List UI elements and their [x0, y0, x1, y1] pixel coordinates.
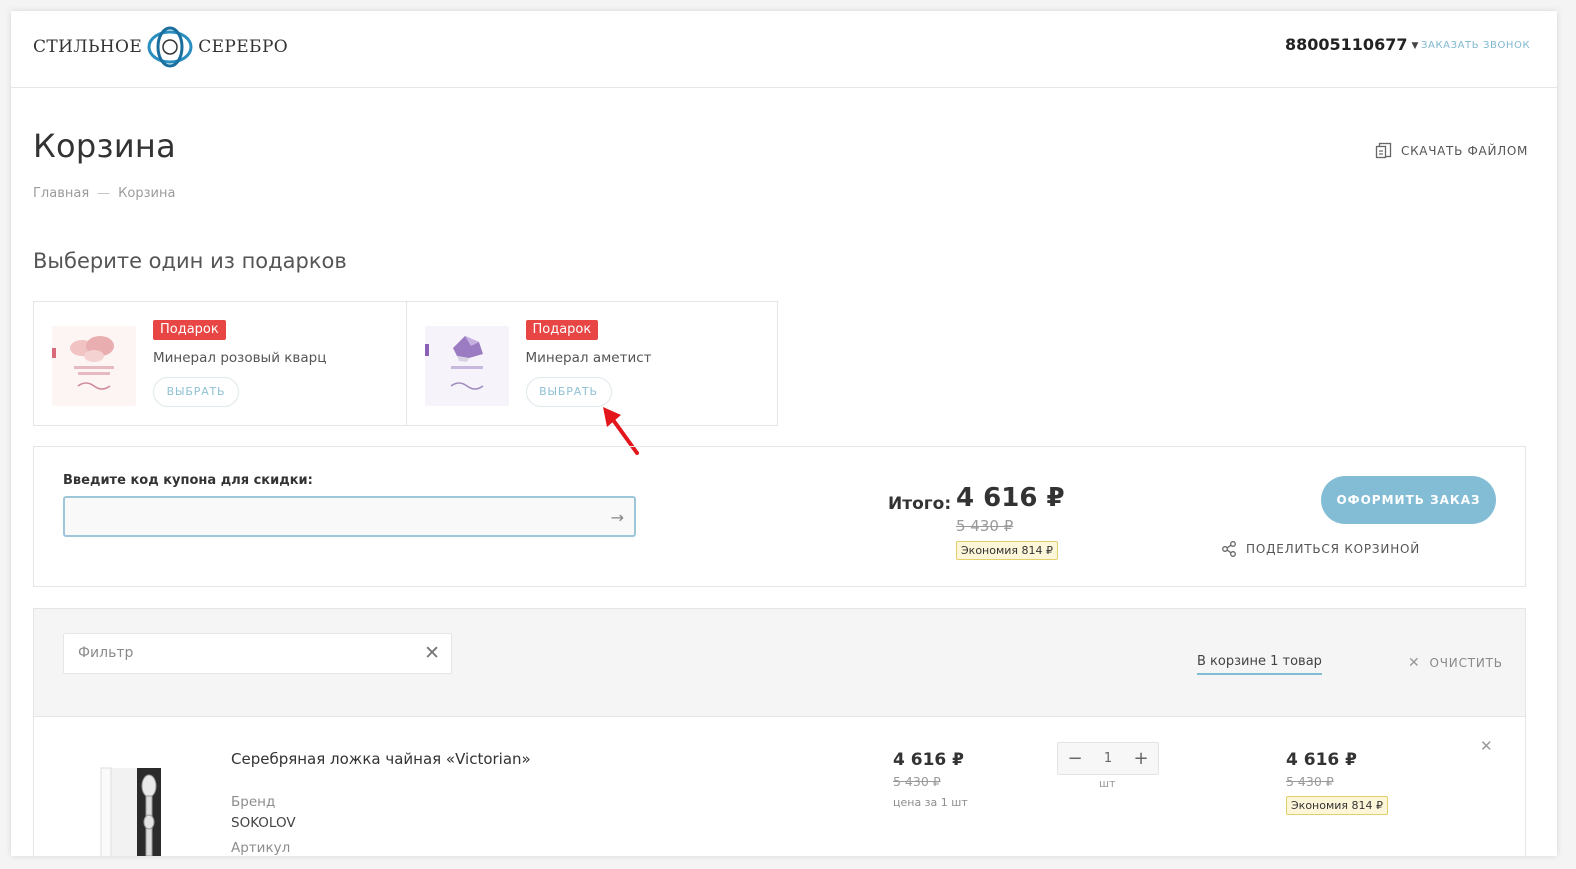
- quantity-stepper: − 1 +: [1057, 742, 1159, 775]
- quantity-value[interactable]: 1: [1104, 751, 1112, 766]
- logo-text-right: СЕРЕБРО: [198, 37, 289, 57]
- share-cart-link[interactable]: ПОДЕЛИТЬСЯ КОРЗИНОЙ: [1221, 541, 1420, 557]
- brand-label: Бренд: [231, 794, 276, 810]
- amethyst-image: [424, 326, 509, 406]
- breadcrumb-separator: —: [97, 186, 111, 201]
- download-label: СКАЧАТЬ ФАЙЛОМ: [1401, 143, 1529, 158]
- phone-number-text: 88005110677: [1285, 35, 1408, 54]
- gift-name: Минерал аметист: [525, 350, 652, 366]
- gifts-title: Выберите один из подарков: [33, 249, 347, 273]
- total-value: 4 616 ₽: [956, 483, 1065, 513]
- item-total: 4 616 ₽: [1286, 750, 1357, 770]
- close-icon[interactable]: ✕: [424, 642, 440, 664]
- clear-label: ОЧИСТИТЬ: [1429, 656, 1503, 670]
- page-title: Корзина: [33, 127, 177, 165]
- item-old-total: 5 430 ₽: [1286, 774, 1334, 789]
- gift-name: Минерал розовый кварц: [153, 350, 327, 366]
- document-icon: [1375, 142, 1392, 159]
- rose-quartz-image: [52, 326, 136, 406]
- choose-gift-button[interactable]: ВЫБРАТЬ: [525, 377, 612, 407]
- plus-icon[interactable]: +: [1133, 748, 1149, 769]
- clear-cart-button[interactable]: ✕ ОЧИСТИТЬ: [1408, 655, 1503, 671]
- gift-card-amethyst: Подарок Минерал аметист ВЫБРАТЬ: [405, 302, 778, 425]
- sku-label: Артикул: [231, 840, 291, 856]
- site-logo[interactable]: СТИЛЬНОЕ СЕРЕБРО: [33, 23, 288, 71]
- gift-badge: Подарок: [153, 320, 226, 340]
- close-icon: ✕: [1408, 655, 1421, 671]
- gift-badge: Подарок: [525, 320, 599, 340]
- page-frame: СТИЛЬНОЕ СЕРЕБРО 88005110677 ▼ ЗАКАЗАТЬ З…: [11, 11, 1557, 856]
- share-label: ПОДЕЛИТЬСЯ КОРЗИНОЙ: [1246, 542, 1421, 556]
- coupon-label: Введите код купона для скидки:: [63, 473, 313, 488]
- site-header: СТИЛЬНОЕ СЕРЕБРО 88005110677 ▼ ЗАКАЗАТЬ З…: [11, 11, 1557, 88]
- cart-count-tab[interactable]: В корзине 1 товар: [1197, 654, 1322, 675]
- download-file-link[interactable]: СКАЧАТЬ ФАЙЛОМ: [1375, 142, 1528, 159]
- logo-mark-icon: [147, 26, 193, 68]
- breadcrumb: Главная — Корзина: [33, 186, 175, 201]
- callback-link[interactable]: ЗАКАЗАТЬ ЗВОНОК: [1421, 40, 1530, 51]
- minus-icon[interactable]: −: [1067, 748, 1083, 769]
- gift-image-rose-quartz: [52, 326, 136, 406]
- unit-old-price: 5 430 ₽: [893, 774, 941, 789]
- savings-badge: Экономия 814 ₽: [956, 541, 1059, 560]
- arrow-right-icon[interactable]: →: [611, 508, 624, 527]
- chevron-down-icon[interactable]: ▼: [1411, 41, 1418, 51]
- total-label: Итого:: [888, 494, 952, 514]
- logo-text-left: СТИЛЬНОЕ: [33, 37, 143, 57]
- remove-item-icon[interactable]: ✕: [1480, 737, 1493, 755]
- filter-input[interactable]: Фильтр ✕: [63, 633, 452, 674]
- gift-list: Подарок Минерал розовый кварц ВЫБРАТЬ По…: [33, 301, 778, 426]
- unit-price: 4 616 ₽: [893, 750, 964, 770]
- breadcrumb-home[interactable]: Главная: [33, 186, 89, 201]
- cart-item: Серебряная ложка чайная «Victorian» Брен…: [33, 716, 1526, 856]
- order-summary: Введите код купона для скидки: → Итого: …: [33, 446, 1526, 587]
- quantity-unit: шт: [1099, 777, 1116, 790]
- product-image[interactable]: [79, 752, 179, 856]
- unit-price-note: цена за 1 шт: [893, 796, 968, 809]
- phone-number[interactable]: 88005110677 ▼: [1285, 35, 1418, 54]
- total-old-price: 5 430 ₽: [956, 517, 1014, 535]
- item-savings-badge: Экономия 814 ₽: [1286, 796, 1389, 815]
- product-name[interactable]: Серебряная ложка чайная «Victorian»: [231, 750, 531, 768]
- coupon-input[interactable]: →: [63, 496, 636, 537]
- choose-gift-button[interactable]: ВЫБРАТЬ: [153, 377, 239, 407]
- checkout-button[interactable]: ОФОРМИТЬ ЗАКАЗ: [1321, 476, 1496, 524]
- spoon-box-image: [100, 767, 161, 856]
- cart-toolbar: Фильтр ✕ В корзине 1 товар ✕ ОЧИСТИТЬ: [33, 608, 1526, 716]
- brand-value: SOKOLOV: [231, 815, 296, 831]
- gift-image-amethyst: [424, 326, 509, 406]
- filter-placeholder: Фильтр: [78, 645, 134, 661]
- breadcrumb-current: Корзина: [118, 186, 176, 201]
- gift-card-rose-quartz: Подарок Минерал розовый кварц ВЫБРАТЬ: [34, 302, 406, 425]
- share-icon: [1222, 541, 1236, 557]
